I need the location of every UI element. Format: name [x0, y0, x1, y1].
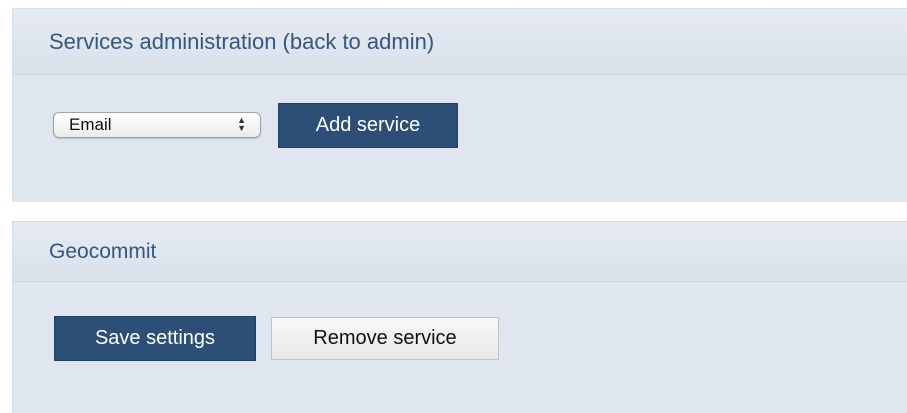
add-service-button[interactable]: Add service	[278, 103, 458, 148]
geocommit-panel-header: Geocommit	[13, 222, 907, 282]
up-down-chevron-icon: ▲ ▼	[237, 115, 246, 133]
save-settings-button[interactable]: Save settings	[54, 316, 256, 361]
remove-service-button[interactable]: Remove service	[271, 317, 499, 360]
service-type-selected-value: Email	[69, 115, 112, 134]
services-panel-title[interactable]: Services administration (back to admin)	[49, 29, 434, 55]
services-panel-header: Services administration (back to admin)	[13, 9, 907, 75]
services-administration-panel: Services administration (back to admin) …	[12, 8, 907, 202]
geocommit-panel: Geocommit Save settings Remove service	[12, 221, 907, 413]
service-type-select[interactable]: Email ▲ ▼	[53, 112, 261, 138]
geocommit-panel-title: Geocommit	[49, 239, 157, 263]
